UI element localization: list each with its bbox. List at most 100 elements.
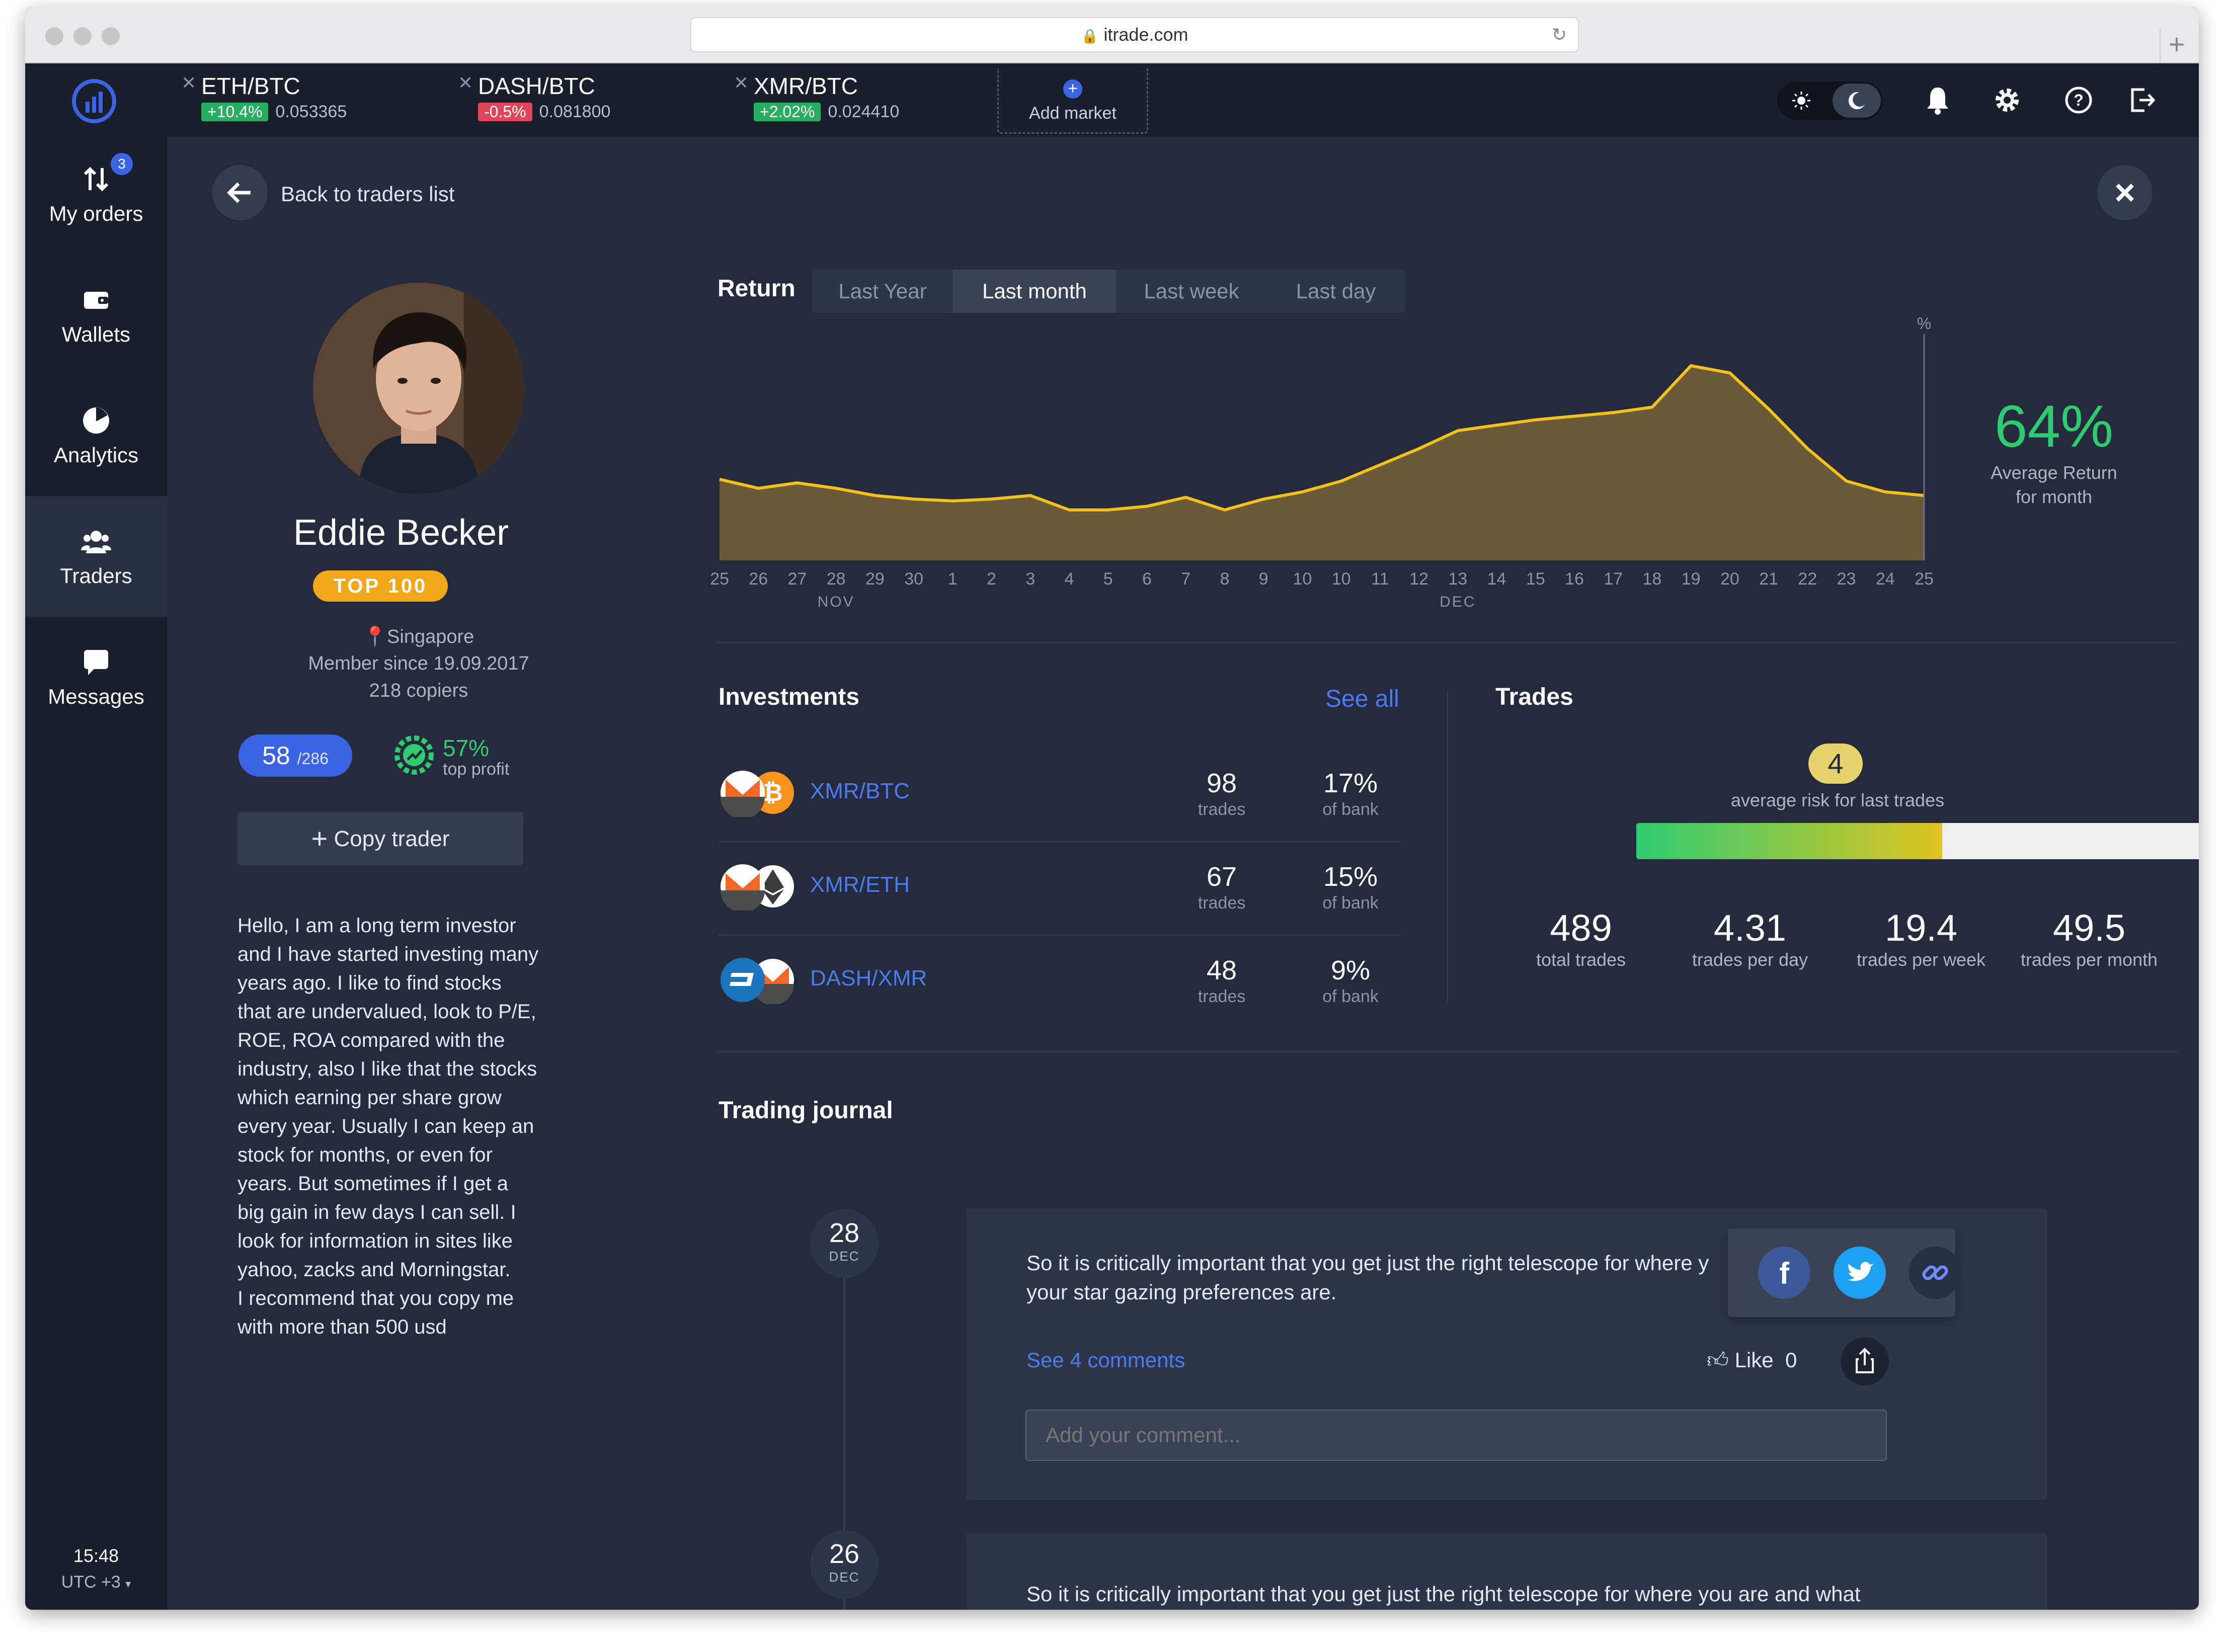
investment-pair: XMR/BTC (810, 779, 910, 803)
comment-input[interactable] (1025, 1410, 1887, 1461)
pie-chart-icon (83, 407, 109, 434)
post-text-line: So it is critically important that you g… (1026, 1251, 1709, 1275)
x-tick-label: 7 (1181, 569, 1190, 589)
logout-icon[interactable] (2124, 82, 2160, 118)
sidebar-item-analytics[interactable]: Analytics (25, 375, 167, 496)
ticker-price: 0.081800 (539, 102, 611, 121)
timezone-selector[interactable]: UTC +3 ▾ (25, 1573, 167, 1592)
chat-icon (84, 650, 108, 675)
minimize-window-dot[interactable] (73, 27, 92, 45)
sidebar-item-label: Messages (48, 685, 144, 708)
twitter-share-button[interactable] (1834, 1247, 1886, 1299)
ticker-dash-btc[interactable]: ✕ DASH/BTC -0.5% 0.081800 (458, 72, 611, 133)
see-comments-link[interactable]: See 4 comments (1026, 1348, 1185, 1372)
see-all-link[interactable]: See all (1325, 685, 1399, 713)
journal-date: 28 DEC (810, 1209, 879, 1278)
month-label: DEC (1440, 594, 1476, 610)
ticker-price: 0.053365 (275, 102, 347, 121)
x-tick-label: 24 (1876, 569, 1895, 589)
x-tick-label: 29 (865, 569, 885, 589)
investment-bank-label: of bank (1322, 893, 1379, 913)
investment-pair: XMR/ETH (810, 872, 910, 897)
x-tick-label: 12 (1409, 569, 1428, 589)
x-tick-label: 21 (1759, 569, 1778, 589)
close-window-dot[interactable] (45, 27, 63, 45)
investment-bank: 9% (1330, 955, 1371, 985)
average-return: 64% Average Return for month (1968, 392, 2139, 509)
copy-link-button[interactable] (1909, 1247, 1961, 1299)
stat-value: 19.4 (1884, 907, 1958, 949)
sidebar-item-messages[interactable]: Messages (25, 617, 167, 737)
chart-area (720, 366, 1924, 560)
risk-label: average risk for last trades (1730, 790, 1945, 810)
add-market-button[interactable]: + Add market (997, 68, 1148, 134)
browser-window: 🔒 itrade.com ↻ + ✕ ETH/BTC +10.4% 0.05336… (25, 7, 2199, 1610)
profit-label: top profit (443, 760, 510, 779)
section-divider (1447, 690, 1448, 1002)
ticker-eth-btc[interactable]: ✕ ETH/BTC +10.4% 0.053365 (181, 72, 347, 133)
monero-bitcoin-icon: ₿ (721, 771, 794, 817)
copy-trader-button[interactable]: + Copy trader (237, 812, 523, 865)
twitter-icon (1848, 1262, 1874, 1281)
stat-label: trades per day (1692, 949, 1808, 970)
investment-row[interactable]: ₿ XMR/BTC 98 trades 17% of bank (719, 748, 1401, 841)
x-tick-label: 1 (948, 569, 958, 589)
x-tick-label: 11 (1371, 569, 1389, 589)
caret-down-icon: ▾ (125, 1578, 131, 1590)
copiers-count: 218 copiers (369, 680, 468, 701)
rank-value: 58 (262, 741, 290, 770)
monero-ethereum-icon (721, 864, 794, 911)
clock-time: 15:48 (73, 1545, 119, 1566)
average-return-period: for month (2015, 486, 2093, 507)
investment-bank: 17% (1323, 768, 1378, 798)
close-ticker-icon[interactable]: ✕ (181, 72, 196, 94)
sidebar-item-label: Traders (60, 564, 132, 588)
x-tick-label: 20 (1720, 569, 1739, 589)
risk-bar-fill (1636, 823, 1943, 859)
investment-row[interactable]: XMR/ETH 67 trades 15% of bank (719, 841, 1401, 935)
help-icon[interactable]: ? (2061, 82, 2096, 118)
users-icon (81, 531, 111, 553)
x-tick-label: 10 (1332, 569, 1351, 589)
profit-value: 57% (443, 735, 490, 761)
sun-icon (1792, 92, 1810, 110)
ticker-pair: DASH/BTC (478, 73, 595, 99)
url-text: itrade.com (1103, 24, 1188, 45)
new-tab-button[interactable]: + (2160, 29, 2193, 62)
investment-trades-label: trades (1198, 893, 1246, 913)
plus-icon: + (311, 822, 328, 854)
close-ticker-icon[interactable]: ✕ (734, 72, 749, 94)
x-tick-label: 18 (1643, 569, 1662, 589)
bell-icon[interactable] (1920, 82, 1955, 118)
trader-bio: Hello, I am a long term investor and I h… (237, 915, 539, 1338)
share-button[interactable] (1841, 1337, 1889, 1385)
stat-value: 4.31 (1713, 907, 1787, 949)
ticker-xmr-btc[interactable]: ✕ XMR/BTC +2.02% 0.024410 (734, 72, 899, 133)
rank-total: /286 (297, 750, 329, 768)
profit-badge-icon (394, 735, 434, 775)
like-count: 0 (1785, 1348, 1797, 1372)
sidebar-item-wallets[interactable]: Wallets (25, 255, 167, 375)
svg-text:?: ? (2074, 91, 2084, 109)
x-tick-label: 3 (1025, 569, 1035, 589)
stat-label: trades per month (2020, 949, 2158, 970)
x-tick-label: 14 (1487, 569, 1506, 589)
stat-total-trades: 489 total trades (1495, 906, 1666, 970)
trades-title: Trades (1495, 684, 1573, 710)
sidebar-item-my-orders[interactable]: 3 My orders (25, 134, 167, 255)
like-button[interactable]: 👍︎ Like 0 (1707, 1348, 1797, 1373)
close-ticker-icon[interactable]: ✕ (458, 72, 473, 94)
reload-icon[interactable]: ↻ (1552, 18, 1567, 51)
sidebar-item-traders[interactable]: Traders (25, 496, 167, 617)
investments-title: Investments (719, 684, 860, 710)
facebook-share-button[interactable]: f (1758, 1247, 1810, 1299)
investment-row[interactable]: DASH/XMR 48 trades 9% of bank (719, 935, 1401, 1028)
thumbs-up-icon: 👍︎ (1707, 1348, 1729, 1372)
theme-toggle[interactable] (1777, 81, 1883, 120)
zoom-window-dot[interactable] (102, 27, 120, 45)
journal-date: 26 DEC (810, 1530, 879, 1599)
stat-label: total trades (1536, 949, 1626, 970)
x-tick-label: 5 (1103, 569, 1113, 589)
gear-icon[interactable] (1990, 82, 2025, 118)
address-bar[interactable]: 🔒 itrade.com ↻ (690, 17, 1579, 52)
